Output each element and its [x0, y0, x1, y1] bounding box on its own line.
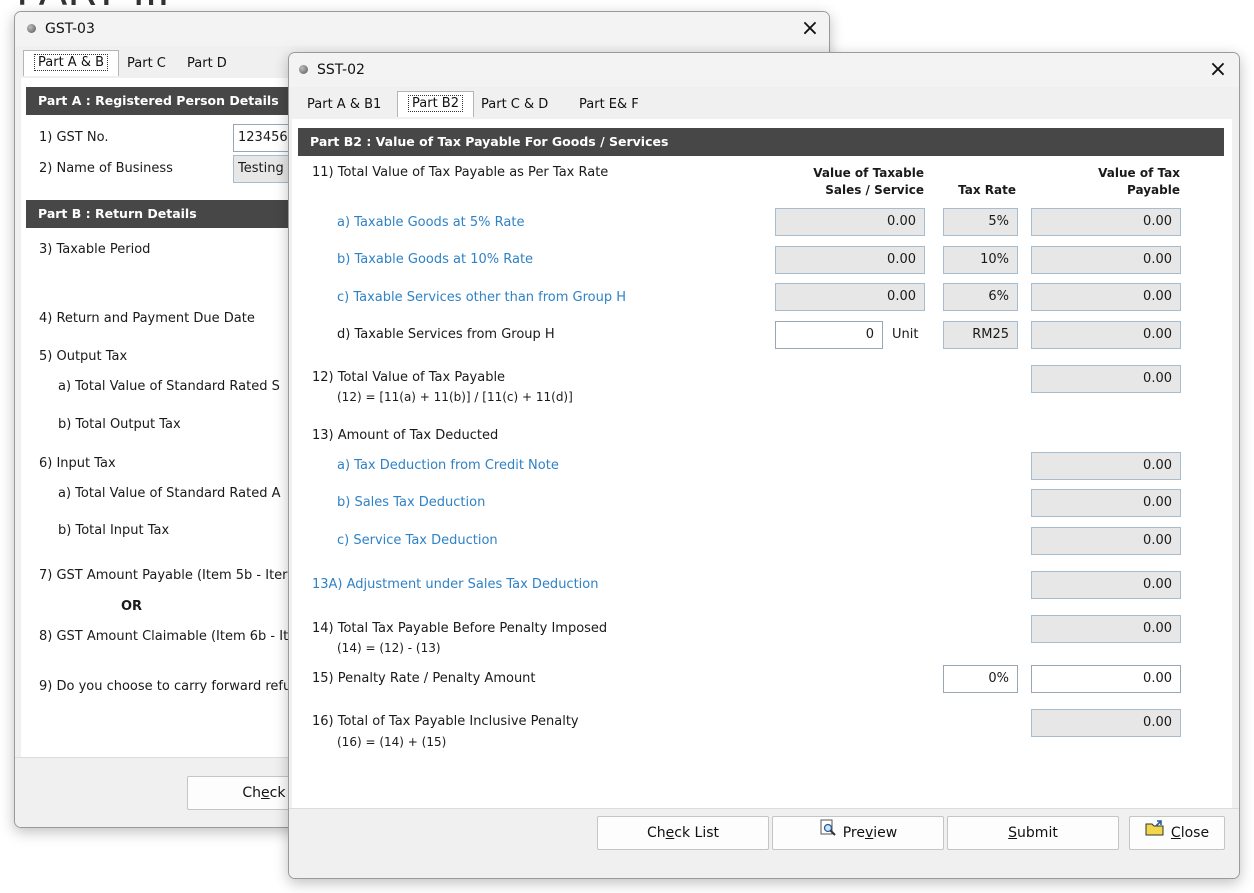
row-12-label: 12) Total Value of Tax Payable [312, 370, 506, 385]
sst-tab-strip: Part A & B1 Part B2 Part C & D Part E& F [289, 91, 1239, 121]
row-11a-rate: 5% [943, 208, 1018, 236]
row-14-label: 14) Total Tax Payable Before Penalty Imp… [312, 621, 608, 636]
sst-titlebar[interactable]: SST-02 × [289, 53, 1239, 87]
row-11c-payable: 0.00 [1031, 283, 1181, 311]
row-11b-rate: 10% [943, 246, 1018, 274]
output-tax-label: 5) Output Tax [39, 349, 128, 364]
tab-label: Part C [127, 56, 166, 71]
row-16-value: 0.00 [1031, 709, 1181, 737]
sst-02-window: SST-02 × Part A & B1 Part B2 Part C & D … [288, 52, 1240, 879]
or-label: OR [121, 599, 143, 614]
col-taxable-header-1: Value of Taxable [813, 166, 924, 180]
preview-button[interactable]: Preview [772, 816, 944, 850]
row-14-formula: (14) = (12) - (13) [337, 641, 441, 655]
col-taxable-header-2: Sales / Service [825, 183, 924, 197]
row-11d-label: d) Taxable Services from Group H [337, 327, 555, 342]
check-list-button[interactable]: Check List [597, 816, 769, 850]
row-12-formula: (12) = [11(a) + 11(b)] / [11(c) + 11(d)] [337, 390, 573, 404]
row-16-label: 16) Total of Tax Payable Inclusive Penal… [312, 714, 579, 729]
row-11c-label: c) Taxable Services other than from Grou… [337, 290, 627, 305]
output-b-label: b) Total Output Tax [58, 417, 181, 432]
row-11d-unit-input[interactable]: 0 [775, 321, 883, 349]
tab-part-c-d[interactable]: Part C & D [471, 93, 558, 119]
carry-forward-label: 9) Do you choose to carry forward refu [39, 679, 292, 694]
tab-label: Part A & B1 [307, 97, 382, 112]
claimable-label: 8) GST Amount Claimable (Item 6b - It [39, 629, 289, 644]
sst-content-panel: Part B2 : Value of Tax Payable For Goods… [292, 119, 1232, 809]
row-13-label: 13) Amount of Tax Deducted [312, 428, 499, 443]
tab-label: Part E& F [579, 97, 639, 112]
gst-titlebar[interactable]: GST-03 × [15, 12, 829, 46]
row-13a-label: a) Tax Deduction from Credit Note [337, 458, 559, 473]
output-a-label: a) Total Value of Standard Rated S [58, 379, 280, 394]
row-13a-value: 0.00 [1031, 452, 1181, 480]
row-11b-payable: 0.00 [1031, 246, 1181, 274]
row-11c-rate: 6% [943, 283, 1018, 311]
tab-label: Part B2 [408, 95, 463, 112]
close-icon[interactable]: × [795, 16, 825, 42]
gst-no-label: 1) GST No. [39, 130, 109, 145]
preview-icon [819, 817, 837, 849]
taxable-period-label: 3) Taxable Period [39, 242, 151, 257]
folder-exit-icon [1145, 817, 1165, 849]
due-date-label: 4) Return and Payment Due Date [39, 311, 255, 326]
row-11d-payable: 0.00 [1031, 321, 1181, 349]
input-a-label: a) Total Value of Standard Rated A [58, 486, 281, 501]
input-b-label: b) Total Input Tax [58, 523, 170, 538]
row-13b-value: 0.00 [1031, 489, 1181, 517]
row-16-formula: (16) = (14) + (15) [337, 735, 447, 749]
row-11b-label: b) Taxable Goods at 10% Rate [337, 252, 534, 267]
payable-label: 7) GST Amount Payable (Item 5b - Iter [39, 568, 288, 583]
row-14-value: 0.00 [1031, 615, 1181, 643]
col-rate-header: Tax Rate [958, 183, 1016, 197]
col-payable-header-2: Payable [1127, 183, 1180, 197]
row-13c-value: 0.00 [1031, 527, 1181, 555]
input-tax-label: 6) Input Tax [39, 456, 116, 471]
tab-part-c[interactable]: Part C [117, 52, 176, 78]
penalty-amount-input[interactable]: 0.00 [1031, 665, 1181, 693]
tab-part-a-b1[interactable]: Part A & B1 [297, 93, 391, 119]
row-13b-label: b) Sales Tax Deduction [337, 495, 486, 510]
row-11c-value: 0.00 [775, 283, 925, 311]
row-13A-value: 0.00 [1031, 571, 1181, 599]
tab-part-a-b[interactable]: Part A & B [23, 50, 120, 76]
row-11d-unit-label: Unit [892, 327, 919, 342]
tab-label: Part C & D [481, 97, 549, 112]
penalty-rate-input[interactable]: 0% [943, 665, 1018, 693]
close-button[interactable]: Close [1129, 816, 1225, 850]
tab-label: Part D [187, 56, 227, 71]
row-11a-label: a) Taxable Goods at 5% Rate [337, 215, 525, 230]
item-11-label: 11) Total Value of Tax Payable as Per Ta… [312, 165, 609, 180]
tab-part-e-f[interactable]: Part E& F [569, 93, 649, 119]
row-13c-label: c) Service Tax Deduction [337, 533, 498, 548]
row-15-label: 15) Penalty Rate / Penalty Amount [312, 671, 536, 686]
window-icon [27, 24, 36, 33]
row-11a-payable: 0.00 [1031, 208, 1181, 236]
tab-part-d[interactable]: Part D [177, 52, 237, 78]
submit-button[interactable]: Submit [947, 816, 1119, 850]
window-icon [299, 65, 308, 74]
row-12-value: 0.00 [1031, 365, 1181, 393]
row-11d-rate: RM25 [943, 321, 1018, 349]
part-b2-header: Part B2 : Value of Tax Payable For Goods… [298, 128, 1224, 156]
row-11a-value: 0.00 [775, 208, 925, 236]
window-title: SST-02 [317, 62, 365, 78]
tab-part-b2[interactable]: Part B2 [397, 91, 474, 117]
close-icon[interactable]: × [1203, 57, 1233, 83]
tab-label: Part A & B [34, 54, 109, 71]
business-name-label: 2) Name of Business [39, 161, 173, 176]
sst-footer: Check List Preview Submit Close [289, 808, 1239, 878]
col-payable-header-1: Value of Tax [1098, 166, 1180, 180]
window-title: GST-03 [45, 21, 95, 37]
row-11b-value: 0.00 [775, 246, 925, 274]
row-13A-label: 13A) Adjustment under Sales Tax Deductio… [312, 577, 599, 592]
